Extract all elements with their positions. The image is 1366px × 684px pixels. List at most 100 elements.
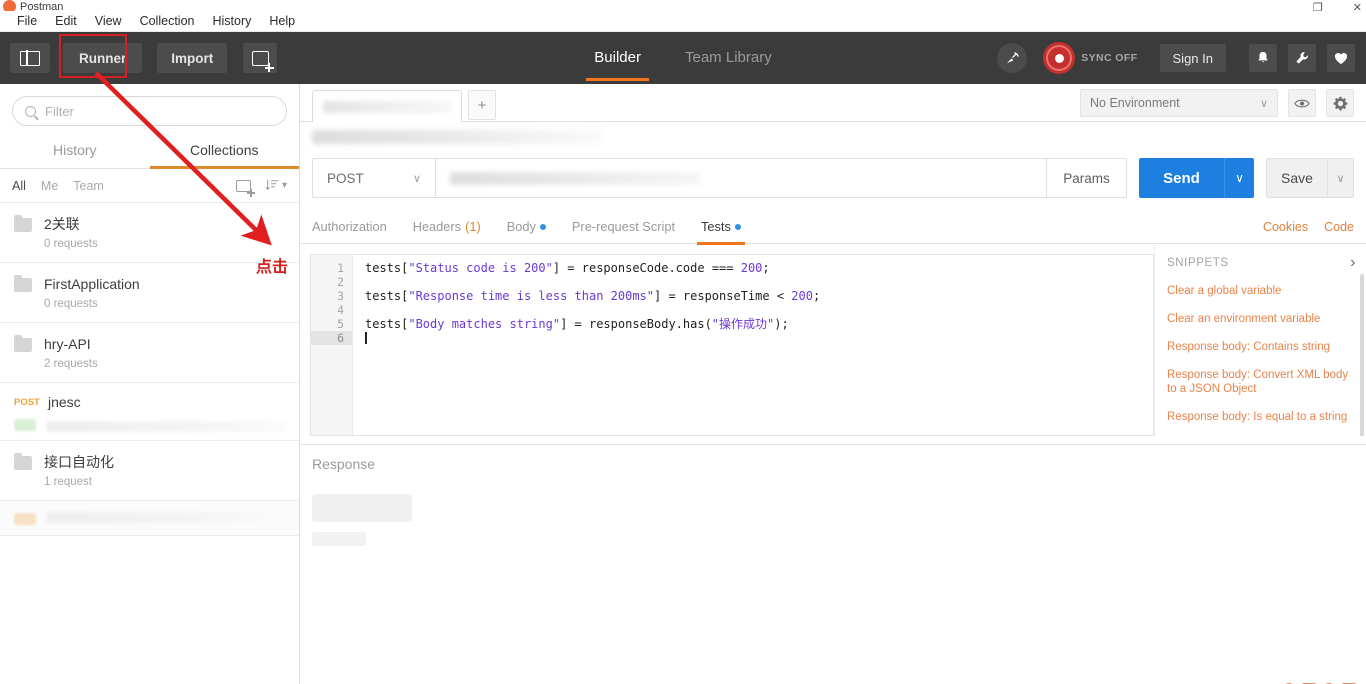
collection-row[interactable]: 接口自动化 1 request bbox=[0, 441, 299, 501]
filter-input[interactable] bbox=[45, 103, 274, 119]
add-request-tab-button[interactable]: + bbox=[468, 90, 496, 120]
menu-item-edit[interactable]: Edit bbox=[46, 11, 86, 32]
window-controls[interactable]: ❐ ✕ bbox=[1313, 1, 1362, 11]
favorites-heart-icon[interactable] bbox=[1327, 44, 1355, 72]
editor-code-content[interactable]: tests["Status code is 200"] = responseCo… bbox=[353, 255, 1153, 435]
postman-window: Postman ❐ ✕ File Edit View Collection Hi… bbox=[0, 0, 1366, 684]
eye-icon[interactable] bbox=[1288, 89, 1316, 117]
send-options-chevron-icon[interactable]: ∨ bbox=[1224, 158, 1254, 198]
postman-logo-icon bbox=[3, 0, 16, 11]
collection-text: 接口自动化 1 request bbox=[44, 453, 114, 488]
redacted-request-tab-title bbox=[323, 100, 451, 113]
sign-in-button[interactable]: Sign In bbox=[1159, 44, 1226, 72]
main-panel: + No Environment ∨ POST ∨ Params Send ∨ … bbox=[300, 84, 1366, 684]
line-number: 2 bbox=[337, 275, 344, 289]
code-token: ; bbox=[762, 261, 770, 275]
tab-headers[interactable]: Headers (1) bbox=[413, 210, 481, 244]
redacted-request-name bbox=[46, 421, 287, 432]
settings-wrench-icon[interactable] bbox=[1288, 44, 1316, 72]
params-button[interactable]: Params bbox=[1047, 158, 1127, 198]
sort-icon[interactable]: ▾ bbox=[265, 179, 287, 192]
sync-status[interactable]: SYNC OFF bbox=[1043, 42, 1137, 74]
notifications-bell-icon[interactable] bbox=[1249, 44, 1277, 72]
request-row-jnesc[interactable]: POST jnesc bbox=[0, 383, 299, 441]
snippet-item[interactable]: Clear a global variable bbox=[1167, 284, 1356, 298]
code-line: tests["Response time is less than 200ms"… bbox=[365, 289, 1153, 303]
window-title-bar: Postman ❐ ✕ bbox=[0, 0, 1366, 11]
restore-window-icon[interactable]: ❐ bbox=[1313, 1, 1323, 11]
folder-icon bbox=[14, 335, 32, 352]
runner-button[interactable]: Runner bbox=[63, 43, 143, 73]
code-link[interactable]: Code bbox=[1324, 220, 1354, 234]
collection-row[interactable]: FirstApplication 0 requests bbox=[0, 263, 299, 323]
send-button[interactable]: Send bbox=[1139, 158, 1224, 198]
chevron-right-icon[interactable]: › bbox=[1350, 254, 1356, 272]
menu-item-collection[interactable]: Collection bbox=[131, 11, 204, 32]
redacted-request-name-heading bbox=[312, 130, 602, 144]
redacted-method-badge bbox=[14, 419, 36, 431]
tab-team-library[interactable]: Team Library bbox=[683, 35, 774, 81]
menu-item-view[interactable]: View bbox=[86, 11, 131, 32]
code-token: ] = responseBody.has( bbox=[560, 317, 712, 331]
url-input[interactable] bbox=[436, 158, 1047, 198]
environment-select[interactable]: No Environment ∨ bbox=[1080, 89, 1278, 117]
code-editor[interactable]: 1 2 3 4 5 6 tests["Status code is 200"] … bbox=[310, 254, 1154, 436]
tab-authorization[interactable]: Authorization bbox=[312, 210, 387, 244]
search-icon bbox=[25, 105, 36, 117]
request-tab-active[interactable] bbox=[312, 90, 462, 122]
environment-selected-label: No Environment bbox=[1090, 96, 1180, 110]
collection-name: hry-API bbox=[44, 336, 91, 352]
snippet-item[interactable]: Response body: Contains string bbox=[1167, 340, 1356, 354]
new-collection-icon[interactable] bbox=[235, 179, 255, 197]
scope-filter-all[interactable]: All bbox=[12, 179, 26, 193]
tab-tests-label: Tests bbox=[701, 218, 731, 234]
snippet-item[interactable]: Response body: Is equal to a string bbox=[1167, 410, 1356, 424]
satellite-icon[interactable] bbox=[997, 43, 1028, 73]
save-button[interactable]: Save bbox=[1266, 158, 1328, 198]
menu-bar: File Edit View Collection History Help bbox=[0, 11, 1366, 32]
gear-icon[interactable] bbox=[1326, 89, 1354, 117]
code-token: ] = responseTime < bbox=[654, 289, 792, 303]
snippets-panel: SNIPPETS › Clear a global variable Clear … bbox=[1154, 244, 1366, 436]
collection-row[interactable]: 2关联 0 requests bbox=[0, 203, 299, 263]
snippets-title: SNIPPETS bbox=[1167, 257, 1229, 269]
sidebar-toggle-button[interactable] bbox=[10, 43, 50, 73]
snippets-header: SNIPPETS › bbox=[1167, 254, 1356, 272]
app-toolbar: Runner Import Builder Team Library SYNC … bbox=[0, 32, 1366, 84]
filter-box[interactable] bbox=[12, 96, 287, 126]
tab-builder[interactable]: Builder bbox=[586, 35, 649, 81]
sidebar-tabs: History Collections bbox=[0, 134, 299, 169]
snippet-item[interactable]: Clear an environment variable bbox=[1167, 312, 1356, 326]
collections-list: 2关联 0 requests FirstApplication 0 reques… bbox=[0, 203, 299, 684]
sidebar-tab-collections[interactable]: Collections bbox=[149, 134, 300, 169]
scope-filter-me[interactable]: Me bbox=[41, 179, 58, 193]
collection-row[interactable]: hry-API 2 requests bbox=[0, 323, 299, 383]
redacted-response-placeholder bbox=[312, 493, 412, 522]
collection-request-count: 0 requests bbox=[44, 298, 98, 310]
code-line: tests["Status code is 200"] = responseCo… bbox=[365, 261, 1153, 275]
menu-item-file[interactable]: File bbox=[8, 11, 46, 32]
new-tab-button[interactable] bbox=[243, 43, 278, 73]
method-select[interactable]: POST ∨ bbox=[312, 158, 436, 198]
tab-pre-request-script[interactable]: Pre-request Script bbox=[572, 210, 675, 244]
sidebar-tab-history[interactable]: History bbox=[0, 134, 150, 168]
cookies-link[interactable]: Cookies bbox=[1263, 220, 1308, 234]
method-label: POST bbox=[327, 170, 364, 186]
code-line bbox=[365, 331, 1153, 345]
redacted-collection-row[interactable] bbox=[0, 501, 299, 536]
code-token: tests[ bbox=[365, 289, 409, 303]
code-token: "Response time is less than 200ms" bbox=[408, 289, 654, 303]
menu-item-help[interactable]: Help bbox=[260, 11, 304, 32]
import-button[interactable]: Import bbox=[157, 43, 228, 73]
tab-body-label: Body bbox=[506, 218, 536, 234]
menu-item-history[interactable]: History bbox=[203, 11, 260, 32]
tab-headers-label: Headers bbox=[412, 218, 462, 234]
tab-tests[interactable]: Tests bbox=[697, 210, 745, 245]
tab-body[interactable]: Body bbox=[507, 210, 546, 244]
redacted-method-badge bbox=[14, 513, 36, 525]
snippets-scrollbar[interactable] bbox=[1360, 274, 1364, 436]
snippet-item[interactable]: Response body: Convert XML body to a JSO… bbox=[1167, 368, 1356, 396]
save-options-chevron-icon[interactable]: ∨ bbox=[1328, 158, 1354, 198]
scope-filter-team[interactable]: Team bbox=[73, 179, 104, 193]
close-window-icon[interactable]: ✕ bbox=[1353, 1, 1362, 11]
